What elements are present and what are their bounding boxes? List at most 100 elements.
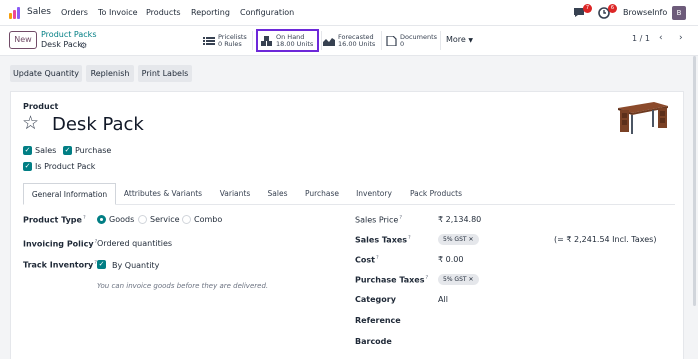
track-inventory-select[interactable]: By Quantity: [112, 261, 159, 270]
stat-on-hand-button[interactable]: On Hand 18.00 Units: [256, 29, 319, 52]
tab-variants[interactable]: Variants: [212, 183, 258, 205]
help-icon[interactable]: ?: [376, 255, 379, 261]
sales-taxes-label-text: Sales Taxes: [355, 235, 408, 245]
help-icon[interactable]: ?: [399, 215, 402, 221]
more-button[interactable]: More ▼: [446, 35, 473, 44]
tab-general-information[interactable]: General Information: [23, 183, 116, 205]
stat-pricelists-button[interactable]: Pricelists 0 Rules: [203, 30, 247, 51]
more-label: More: [446, 35, 466, 44]
new-button[interactable]: New: [9, 31, 37, 49]
track-inventory-label-text: Track Inventory: [23, 260, 94, 270]
sales-price-input[interactable]: ₹ 2,134.80: [438, 215, 481, 224]
purchase-tax-tag-label: 5% GST: [443, 276, 467, 283]
replenish-button[interactable]: Replenish: [86, 65, 134, 82]
invoicing-policy-label: Invoicing Policy?: [23, 239, 97, 249]
purchase-checkbox[interactable]: ✓: [63, 146, 72, 155]
menu-to-invoice[interactable]: To Invoice: [98, 8, 138, 17]
breadcrumb-current: Desk Pack: [41, 40, 82, 49]
radio-service-label: Service: [150, 215, 180, 224]
track-inventory-label: Track Inventory?: [23, 260, 97, 270]
control-panel: New Product Packs Desk Pack ⚙ Pricelists…: [0, 26, 698, 56]
breadcrumb-parent[interactable]: Product Packs: [41, 30, 96, 39]
purchase-checkbox-label: Purchase: [75, 146, 112, 155]
track-inventory-checkbox[interactable]: ✓: [97, 260, 106, 269]
area-chart-icon: [323, 37, 335, 46]
tab-inventory[interactable]: Inventory: [348, 183, 400, 205]
help-icon[interactable]: ?: [425, 275, 428, 281]
sales-tax-tag-label: 5% GST: [443, 236, 467, 243]
file-icon: [386, 35, 397, 46]
product-image[interactable]: [614, 100, 670, 136]
category-select[interactable]: All: [438, 295, 448, 304]
reference-label: Reference: [355, 316, 401, 325]
purchase-taxes-label: Purchase Taxes?: [355, 275, 428, 285]
menu-orders[interactable]: Orders: [61, 8, 88, 17]
caret-down-icon: ▼: [468, 37, 474, 44]
list-icon: [203, 36, 215, 45]
tab-pack-products[interactable]: Pack Products: [401, 183, 471, 205]
stat-value: 0: [400, 39, 405, 48]
star-icon[interactable]: ☆: [22, 113, 39, 133]
sales-checkbox-label: Sales: [35, 146, 57, 155]
cost-input[interactable]: ₹ 0.00: [438, 255, 463, 264]
purchase-tax-tag[interactable]: 5% GST ✕: [438, 274, 479, 285]
radio-service[interactable]: [138, 215, 147, 224]
radio-goods[interactable]: [97, 215, 106, 224]
activity-badge: 6: [608, 4, 617, 13]
sales-app-icon[interactable]: [9, 7, 21, 19]
menu-reporting[interactable]: Reporting: [191, 8, 230, 17]
radio-goods-label: Goods: [109, 215, 135, 224]
help-icon[interactable]: ?: [408, 235, 411, 241]
messages-badge: 7: [583, 4, 592, 13]
pager-value[interactable]: 1 / 1: [632, 34, 650, 43]
stat-value: 0 Rules: [218, 39, 242, 48]
invoicing-policy-select[interactable]: Ordered quantities: [97, 239, 172, 248]
tab-attributes-variants[interactable]: Attributes & Variants: [116, 183, 210, 205]
stat-value: 16.00 Units: [338, 39, 376, 48]
user-avatar[interactable]: B: [672, 6, 686, 20]
purchase-taxes-label-text: Purchase Taxes: [355, 275, 425, 285]
stat-forecasted-button[interactable]: Forecasted 16.00 Units: [323, 30, 375, 51]
product-label: Product: [23, 102, 59, 111]
is-product-pack-label: Is Product Pack: [35, 162, 96, 171]
is-product-pack-checkbox[interactable]: ✓: [23, 162, 32, 171]
tab-sales[interactable]: Sales: [259, 183, 296, 205]
activity-icon[interactable]: 6: [598, 4, 617, 19]
cubes-icon: [261, 35, 272, 46]
product-type-label: Product Type?: [23, 215, 86, 225]
print-labels-button[interactable]: Print Labels: [138, 65, 192, 82]
product-type-label-text: Product Type: [23, 215, 82, 225]
radio-combo-label: Combo: [194, 215, 223, 224]
sales-checkbox[interactable]: ✓: [23, 146, 32, 155]
radio-combo[interactable]: [182, 215, 191, 224]
separator: [252, 31, 253, 50]
top-navbar: Sales Orders To Invoice Products Reporti…: [0, 0, 698, 26]
barcode-label: Barcode: [355, 337, 392, 346]
tab-purchase[interactable]: Purchase: [297, 183, 347, 205]
company-switcher[interactable]: BrowseInfo: [623, 8, 667, 17]
incl-taxes-value: (= ₹ 2,241.54 Incl. Taxes): [554, 235, 657, 244]
help-icon[interactable]: ?: [83, 215, 86, 221]
stat-documents-button[interactable]: Documents 0: [385, 30, 437, 51]
update-quantity-button[interactable]: Update Quantity: [10, 65, 82, 82]
invoicing-policy-label-text: Invoicing Policy: [23, 239, 94, 249]
chevron-right-icon[interactable]: ›: [679, 33, 683, 43]
chevron-left-icon[interactable]: ‹: [659, 33, 663, 43]
stat-value: 18.00 Units: [276, 39, 314, 48]
cost-label-text: Cost: [355, 255, 375, 265]
app-name[interactable]: Sales: [27, 7, 51, 17]
sales-taxes-label: Sales Taxes?: [355, 235, 411, 245]
gear-icon[interactable]: ⚙: [80, 41, 87, 50]
menu-products[interactable]: Products: [146, 8, 181, 17]
close-icon[interactable]: ✕: [468, 276, 473, 283]
menu-configuration[interactable]: Configuration: [240, 8, 294, 17]
scrollbar[interactable]: [693, 56, 696, 306]
category-label: Category: [355, 295, 396, 304]
close-icon[interactable]: ✕: [468, 236, 473, 243]
messages-icon[interactable]: 7: [573, 4, 592, 19]
stat-label: Documents: [400, 32, 438, 41]
sales-tax-tag[interactable]: 5% GST ✕: [438, 234, 479, 245]
separator: [440, 31, 441, 50]
product-name[interactable]: Desk Pack: [52, 114, 144, 135]
invoice-hint: You can invoice goods before they are de…: [97, 282, 269, 290]
